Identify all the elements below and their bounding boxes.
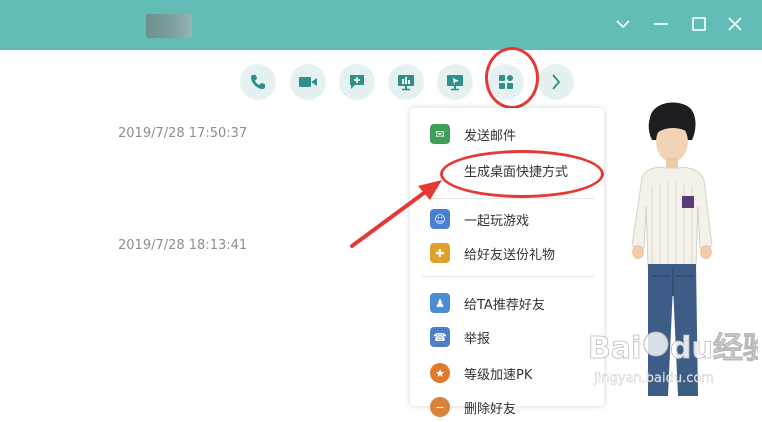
level-icon: ★ — [430, 363, 450, 383]
menu-item-report[interactable]: ☎ 举报 — [410, 322, 604, 352]
baidu-jingyan-watermark: Bai du经验 jingyan.baidu.com — [588, 331, 758, 387]
remote-assist-icon[interactable] — [437, 64, 473, 100]
menu-item-delete-friend[interactable]: − 删除好友 — [410, 392, 604, 422]
menu-item-label: 一起玩游戏 — [464, 213, 530, 229]
report-icon: ☎ — [430, 327, 450, 347]
chevron-down-icon[interactable] — [612, 13, 634, 35]
mail-icon: ✉ — [430, 124, 450, 144]
svg-text:du经验: du经验 — [670, 331, 758, 366]
title-bar — [0, 0, 762, 50]
screen-share-icon[interactable] — [388, 64, 424, 100]
menu-item-send-mail[interactable]: ✉ 发送邮件 — [410, 119, 604, 149]
menu-item-label: 举报 — [464, 331, 491, 347]
menu-item-label: 等级加速PK — [464, 367, 533, 383]
close-icon[interactable] — [724, 13, 746, 35]
shortcut-item-highlight — [440, 150, 604, 198]
svg-text:Bai: Bai — [588, 331, 641, 366]
phone-icon[interactable] — [240, 64, 276, 100]
contact-avatar[interactable] — [146, 14, 192, 38]
apps-button-highlight — [485, 47, 539, 109]
menu-item-recommend-friend[interactable]: ♟ 给TA推荐好友 — [410, 288, 604, 318]
recommend-icon: ♟ — [430, 293, 450, 313]
minimize-icon[interactable] — [650, 13, 672, 35]
menu-item-label: 发送邮件 — [464, 128, 517, 144]
chevron-right-icon[interactable] — [538, 64, 574, 100]
annotation-arrow — [350, 180, 442, 248]
menu-item-label: 给TA推荐好友 — [464, 297, 545, 313]
menu-item-label: 给好友送份礼物 — [464, 247, 556, 263]
chat-add-icon[interactable] — [339, 64, 375, 100]
delete-friend-icon: − — [430, 397, 450, 417]
message-timestamp: 2019/7/28 17:50:37 — [118, 126, 248, 141]
video-icon[interactable] — [290, 64, 326, 100]
svg-text:jingyan.baidu.com: jingyan.baidu.com — [593, 371, 714, 386]
menu-item-level-pk[interactable]: ★ 等级加速PK — [410, 358, 604, 388]
menu-divider — [422, 276, 594, 277]
menu-item-label: 删除好友 — [464, 401, 517, 417]
maximize-icon[interactable] — [688, 13, 710, 35]
message-timestamp: 2019/7/28 18:13:41 — [118, 238, 248, 253]
